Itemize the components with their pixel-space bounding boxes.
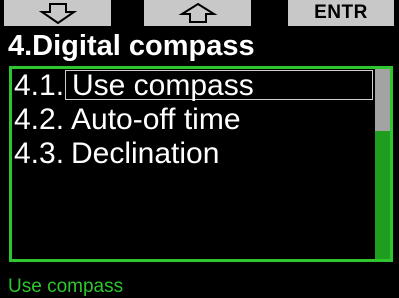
softkey-enter-button[interactable]: ENTR [288, 0, 394, 26]
status-text: Use compass [8, 276, 124, 297]
menu-item-label: Declination [71, 137, 220, 170]
menu-item-declination[interactable]: 4.3. Declination [14, 137, 374, 171]
softkey-down-button[interactable] [4, 0, 111, 26]
softkey-bar: ENTR [0, 0, 399, 26]
menu-item-label: Use compass [65, 70, 373, 101]
softkey-up-button[interactable] [144, 0, 251, 26]
menu-item-label: Auto-off time [71, 103, 241, 136]
outline-arrow-down-icon [38, 3, 77, 24]
scrollbar-thumb[interactable] [375, 69, 390, 131]
page-title: 4.Digital compass [8, 30, 255, 62]
menu-list: 4.1. Use compass 4.2. Auto-off time 4.3. De… [14, 69, 374, 171]
menu-item-auto-off-time[interactable]: 4.2. Auto-off time [14, 103, 374, 137]
menu-item-use-compass[interactable]: 4.1. Use compass [14, 69, 374, 103]
menu-scrollbar[interactable] [375, 69, 390, 259]
enter-label: ENTR [314, 2, 368, 23]
outline-arrow-up-icon [178, 2, 217, 23]
